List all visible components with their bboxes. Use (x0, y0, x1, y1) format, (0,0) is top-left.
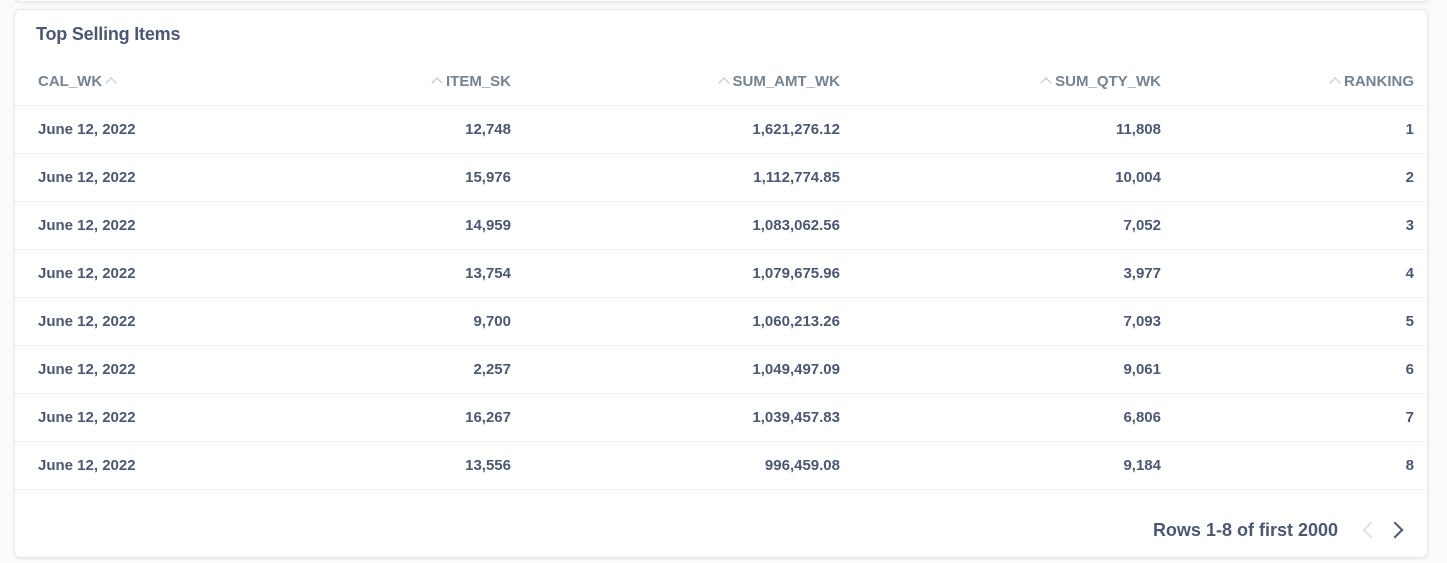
table-row: June 12, 2022 13,754 1,079,675.96 3,977 4 (15, 249, 1429, 298)
table-cell-sum-qty-wk[interactable]: 10,004 (840, 153, 1161, 202)
table-row: June 12, 2022 15,976 1,112,774.85 10,004 2 (15, 153, 1429, 202)
top-selling-items-card: Top Selling Items CAL_WK ITEM_SK SUM_AMT… (14, 9, 1429, 558)
table-cell-item-sk[interactable]: 13,754 (315, 249, 511, 298)
column-header-sum-amt-wk[interactable]: SUM_AMT_WK (511, 57, 840, 106)
table-row: June 12, 2022 14,959 1,083,062.56 7,052 3 (15, 201, 1429, 250)
table-cell-sum-qty-wk[interactable]: 9,061 (840, 345, 1161, 394)
table-cell-sum-qty-wk[interactable]: 7,093 (840, 297, 1161, 346)
column-header-sum-qty-wk[interactable]: SUM_QTY_WK (840, 57, 1161, 106)
column-header-label: SUM_QTY_WK (1055, 72, 1161, 90)
table-cell-ranking[interactable]: 3 (1161, 201, 1429, 250)
data-table: CAL_WK ITEM_SK SUM_AMT_WK SUM_QTY_WK RAN… (15, 57, 1429, 490)
table-cell-ranking[interactable]: 7 (1161, 393, 1429, 442)
table-cell-cal-wk[interactable]: June 12, 2022 (15, 105, 315, 154)
table-cell-cal-wk[interactable]: June 12, 2022 (15, 345, 315, 394)
table-cell-cal-wk[interactable]: June 12, 2022 (15, 153, 315, 202)
table-cell-sum-qty-wk[interactable]: 7,052 (840, 201, 1161, 250)
table-cell-ranking[interactable]: 5 (1161, 297, 1429, 346)
table-row: June 12, 2022 12,748 1,621,276.12 11,808 1 (15, 105, 1429, 154)
column-header-label: ITEM_SK (445, 72, 511, 90)
table-row: June 12, 2022 2,257 1,049,497.09 9,061 6 (15, 345, 1429, 394)
table-cell-cal-wk[interactable]: June 12, 2022 (15, 249, 315, 298)
table-cell-ranking[interactable]: 4 (1161, 249, 1429, 298)
pagination: Rows 1-8 of first 2000 (1153, 517, 1408, 543)
table-cell-cal-wk[interactable]: June 12, 2022 (15, 201, 315, 250)
column-header-label: RANKING (1344, 72, 1414, 90)
table-cell-cal-wk[interactable]: June 12, 2022 (15, 393, 315, 442)
table-cell-sum-amt-wk[interactable]: 1,079,675.96 (511, 249, 840, 298)
table-cell-sum-amt-wk[interactable]: 1,112,774.85 (511, 153, 840, 202)
table-cell-sum-qty-wk[interactable]: 3,977 (840, 249, 1161, 298)
table-cell-item-sk[interactable]: 12,748 (315, 105, 511, 154)
table-cell-item-sk[interactable]: 16,267 (315, 393, 511, 442)
table-cell-ranking[interactable]: 8 (1161, 441, 1429, 490)
table-row: June 12, 2022 13,556 996,459.08 9,184 8 (15, 441, 1429, 490)
sort-asc-icon (431, 76, 443, 89)
column-header-ranking[interactable]: RANKING (1161, 57, 1429, 106)
pagination-label: Rows 1-8 of first 2000 (1152, 519, 1338, 540)
table-cell-sum-amt-wk[interactable]: 996,459.08 (511, 441, 840, 490)
table-cell-sum-qty-wk[interactable]: 11,808 (840, 105, 1161, 154)
table-cell-ranking[interactable]: 6 (1161, 345, 1429, 394)
sort-asc-icon (1040, 76, 1052, 89)
column-header-label: SUM_AMT_WK (732, 72, 841, 90)
chevron-right-icon (1386, 521, 1404, 539)
chevron-left-icon (1362, 521, 1380, 539)
sort-asc-icon (105, 76, 117, 89)
table-cell-item-sk[interactable]: 9,700 (315, 297, 511, 346)
table-header-row: CAL_WK ITEM_SK SUM_AMT_WK SUM_QTY_WK RAN… (15, 57, 1429, 106)
card-title[interactable]: Top Selling Items (36, 24, 180, 45)
table-cell-item-sk[interactable]: 2,257 (315, 345, 511, 394)
column-header-cal-wk[interactable]: CAL_WK (15, 57, 315, 106)
table-cell-sum-amt-wk[interactable]: 1,083,062.56 (511, 201, 840, 250)
table-cell-item-sk[interactable]: 13,556 (315, 441, 511, 490)
table-cell-sum-qty-wk[interactable]: 6,806 (840, 393, 1161, 442)
table-cell-sum-qty-wk[interactable]: 9,184 (840, 441, 1161, 490)
sort-asc-icon (717, 76, 730, 89)
next-page-button[interactable] (1386, 517, 1408, 543)
table-cell-cal-wk[interactable]: June 12, 2022 (15, 297, 315, 346)
previous-page-button[interactable] (1358, 517, 1380, 543)
column-header-label: CAL_WK (38, 72, 103, 90)
table-cell-ranking[interactable]: 2 (1161, 153, 1429, 202)
column-header-item-sk[interactable]: ITEM_SK (315, 57, 511, 106)
previous-card-edge (14, 0, 1430, 2)
table-cell-sum-amt-wk[interactable]: 1,039,457.83 (511, 393, 840, 442)
table-row: June 12, 2022 16,267 1,039,457.83 6,806 7 (15, 393, 1429, 442)
table-cell-item-sk[interactable]: 14,959 (315, 201, 511, 250)
table-row: June 12, 2022 9,700 1,060,213.26 7,093 5 (15, 297, 1429, 346)
table-cell-item-sk[interactable]: 15,976 (315, 153, 511, 202)
table-cell-sum-amt-wk[interactable]: 1,060,213.26 (511, 297, 840, 346)
table-cell-sum-amt-wk[interactable]: 1,621,276.12 (511, 105, 840, 154)
sort-asc-icon (1329, 76, 1341, 89)
table-cell-ranking[interactable]: 1 (1161, 105, 1429, 154)
table-cell-cal-wk[interactable]: June 12, 2022 (15, 441, 315, 490)
table-cell-sum-amt-wk[interactable]: 1,049,497.09 (511, 345, 840, 394)
